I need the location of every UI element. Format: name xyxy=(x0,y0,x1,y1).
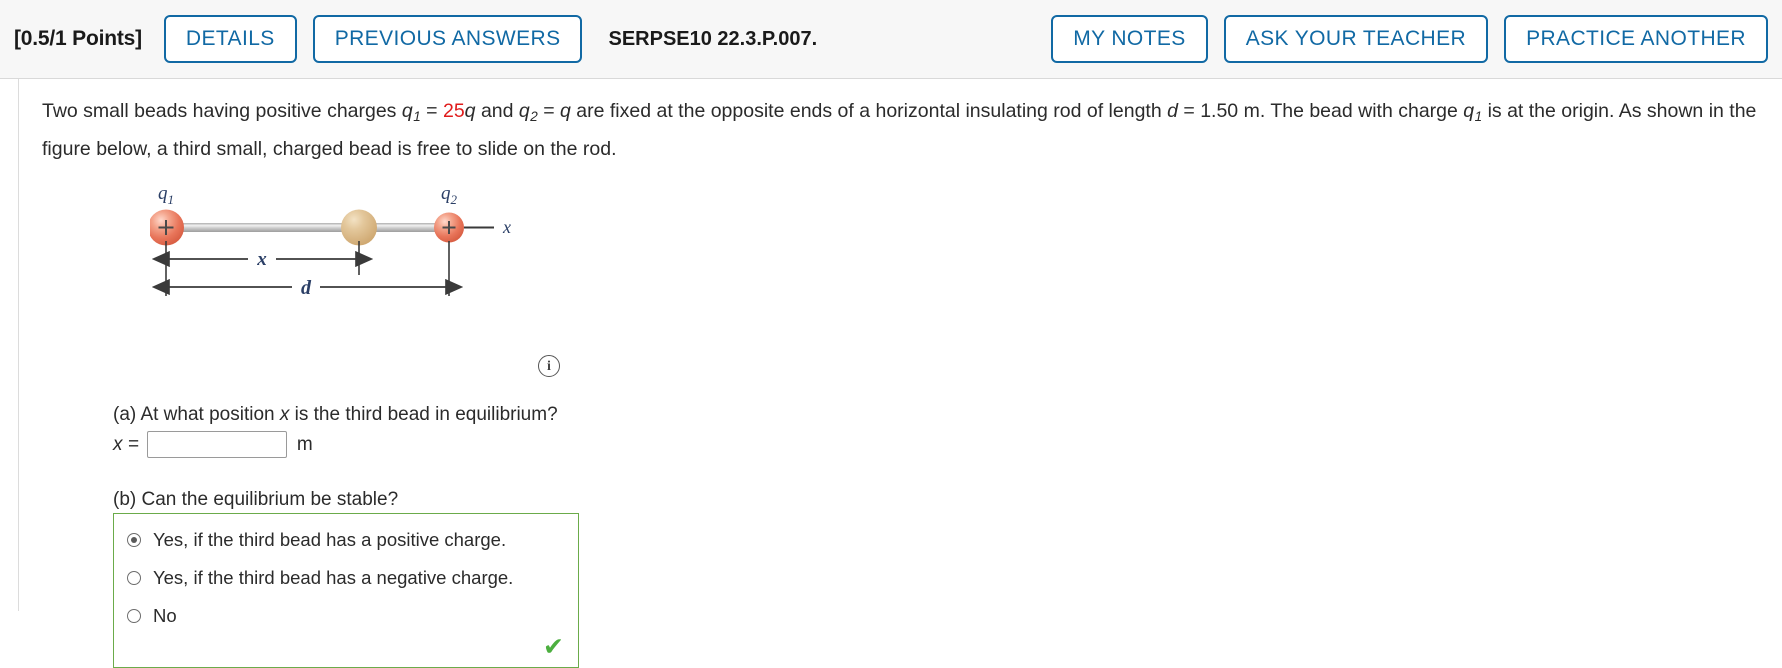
part-b-option-label-0: Yes, if the third bead has a positive ch… xyxy=(153,529,507,550)
prompt-q1-symbol: q xyxy=(401,100,413,122)
practice-another-button[interactable]: PRACTICE ANOTHER xyxy=(1504,15,1768,63)
prompt-d-symbol: d xyxy=(1167,100,1178,122)
prompt-q2-subscript: 2 xyxy=(530,109,538,125)
assignment-header-bar: [0.5/1 Points] DETAILS PREVIOUS ANSWERS … xyxy=(0,0,1782,79)
part-a-answer-label: x = xyxy=(113,433,139,455)
problem-statement: Two small beads having positive charges … xyxy=(42,95,1772,165)
part-a-question-var: x xyxy=(279,404,290,425)
part-a-answer-row: x = m xyxy=(113,431,313,458)
figure-label-axis-x: x xyxy=(502,217,511,237)
previous-answers-button[interactable]: PREVIOUS ANSWERS xyxy=(312,15,583,63)
part-b-option-1[interactable]: Yes, if the third bead has a negative ch… xyxy=(114,559,578,597)
prompt-equals-2: = xyxy=(537,100,561,122)
info-icon[interactable]: i xyxy=(538,355,560,377)
prompt-segment-2: and xyxy=(475,100,519,122)
radio-button-icon-1[interactable] xyxy=(127,571,141,585)
prompt-equals-1: = xyxy=(420,100,443,122)
radio-button-icon-2[interactable] xyxy=(127,609,141,623)
physics-figure: q1 q2 x x d xyxy=(150,179,570,314)
prompt-segment-1: Two small beads having positive charges xyxy=(42,100,402,122)
bead-third-sliding xyxy=(341,209,377,246)
left-rail-divider xyxy=(18,79,19,611)
my-notes-button[interactable]: MY NOTES xyxy=(1051,15,1208,63)
exercise-id-label: SERPSE10 22.3.P.007. xyxy=(608,27,818,50)
details-button[interactable]: DETAILS xyxy=(163,15,297,63)
prompt-equals-3: = xyxy=(1177,100,1201,122)
prompt-d-value: 1.50 m. xyxy=(1200,100,1266,122)
prompt-segment-3: are fixed at the opposite ends of a hori… xyxy=(570,100,1168,122)
ask-your-teacher-button[interactable]: ASK YOUR TEACHER xyxy=(1223,15,1489,63)
part-b-question: (b) Can the equilibrium be stable? xyxy=(113,489,399,510)
part-b-option-2[interactable]: No xyxy=(114,597,578,635)
prompt-segment-4: The bead with charge xyxy=(1265,100,1464,122)
part-a-answer-input[interactable] xyxy=(146,431,287,458)
figure-diagram: q1 q2 x x d xyxy=(150,183,511,299)
figure-label-q1: q1 xyxy=(158,183,174,207)
prompt-q3-symbol: q xyxy=(1463,100,1475,122)
part-a-unit-label: m xyxy=(296,433,313,455)
prompt-charge1-value: 25 xyxy=(442,100,465,122)
part-b-option-0[interactable]: Yes, if the third bead has a positive ch… xyxy=(114,521,578,559)
part-a-question-suffix: is the third bead in equilibrium? xyxy=(289,404,558,425)
prompt-charge2-value: q xyxy=(560,100,571,122)
points-label: [0.5/1 Points] xyxy=(14,27,142,50)
prompt-q2-symbol: q xyxy=(518,100,530,122)
part-b-option-label-1: Yes, if the third bead has a negative ch… xyxy=(153,567,514,588)
prompt-q1-subscript: 1 xyxy=(413,109,421,125)
prompt-charge1-unit: q xyxy=(464,100,476,122)
insulating-rod xyxy=(166,223,458,232)
part-a-question-prefix: (a) At what position xyxy=(113,404,280,425)
question-body: Two small beads having positive charges … xyxy=(0,79,1782,668)
dimension-label-d: d xyxy=(301,277,312,299)
part-b-option-label-2: No xyxy=(153,605,177,626)
prompt-q3-subscript: 1 xyxy=(1474,109,1483,125)
figure-label-q2: q2 xyxy=(441,183,458,207)
radio-button-icon-0[interactable] xyxy=(127,533,141,547)
part-b-choice-box: Yes, if the third bead has a positive ch… xyxy=(113,513,579,668)
correct-checkmark-icon: ✔ xyxy=(543,632,564,661)
part-a-question: (a) At what position x is the third bead… xyxy=(113,404,558,426)
dimension-label-x: x xyxy=(256,249,267,270)
